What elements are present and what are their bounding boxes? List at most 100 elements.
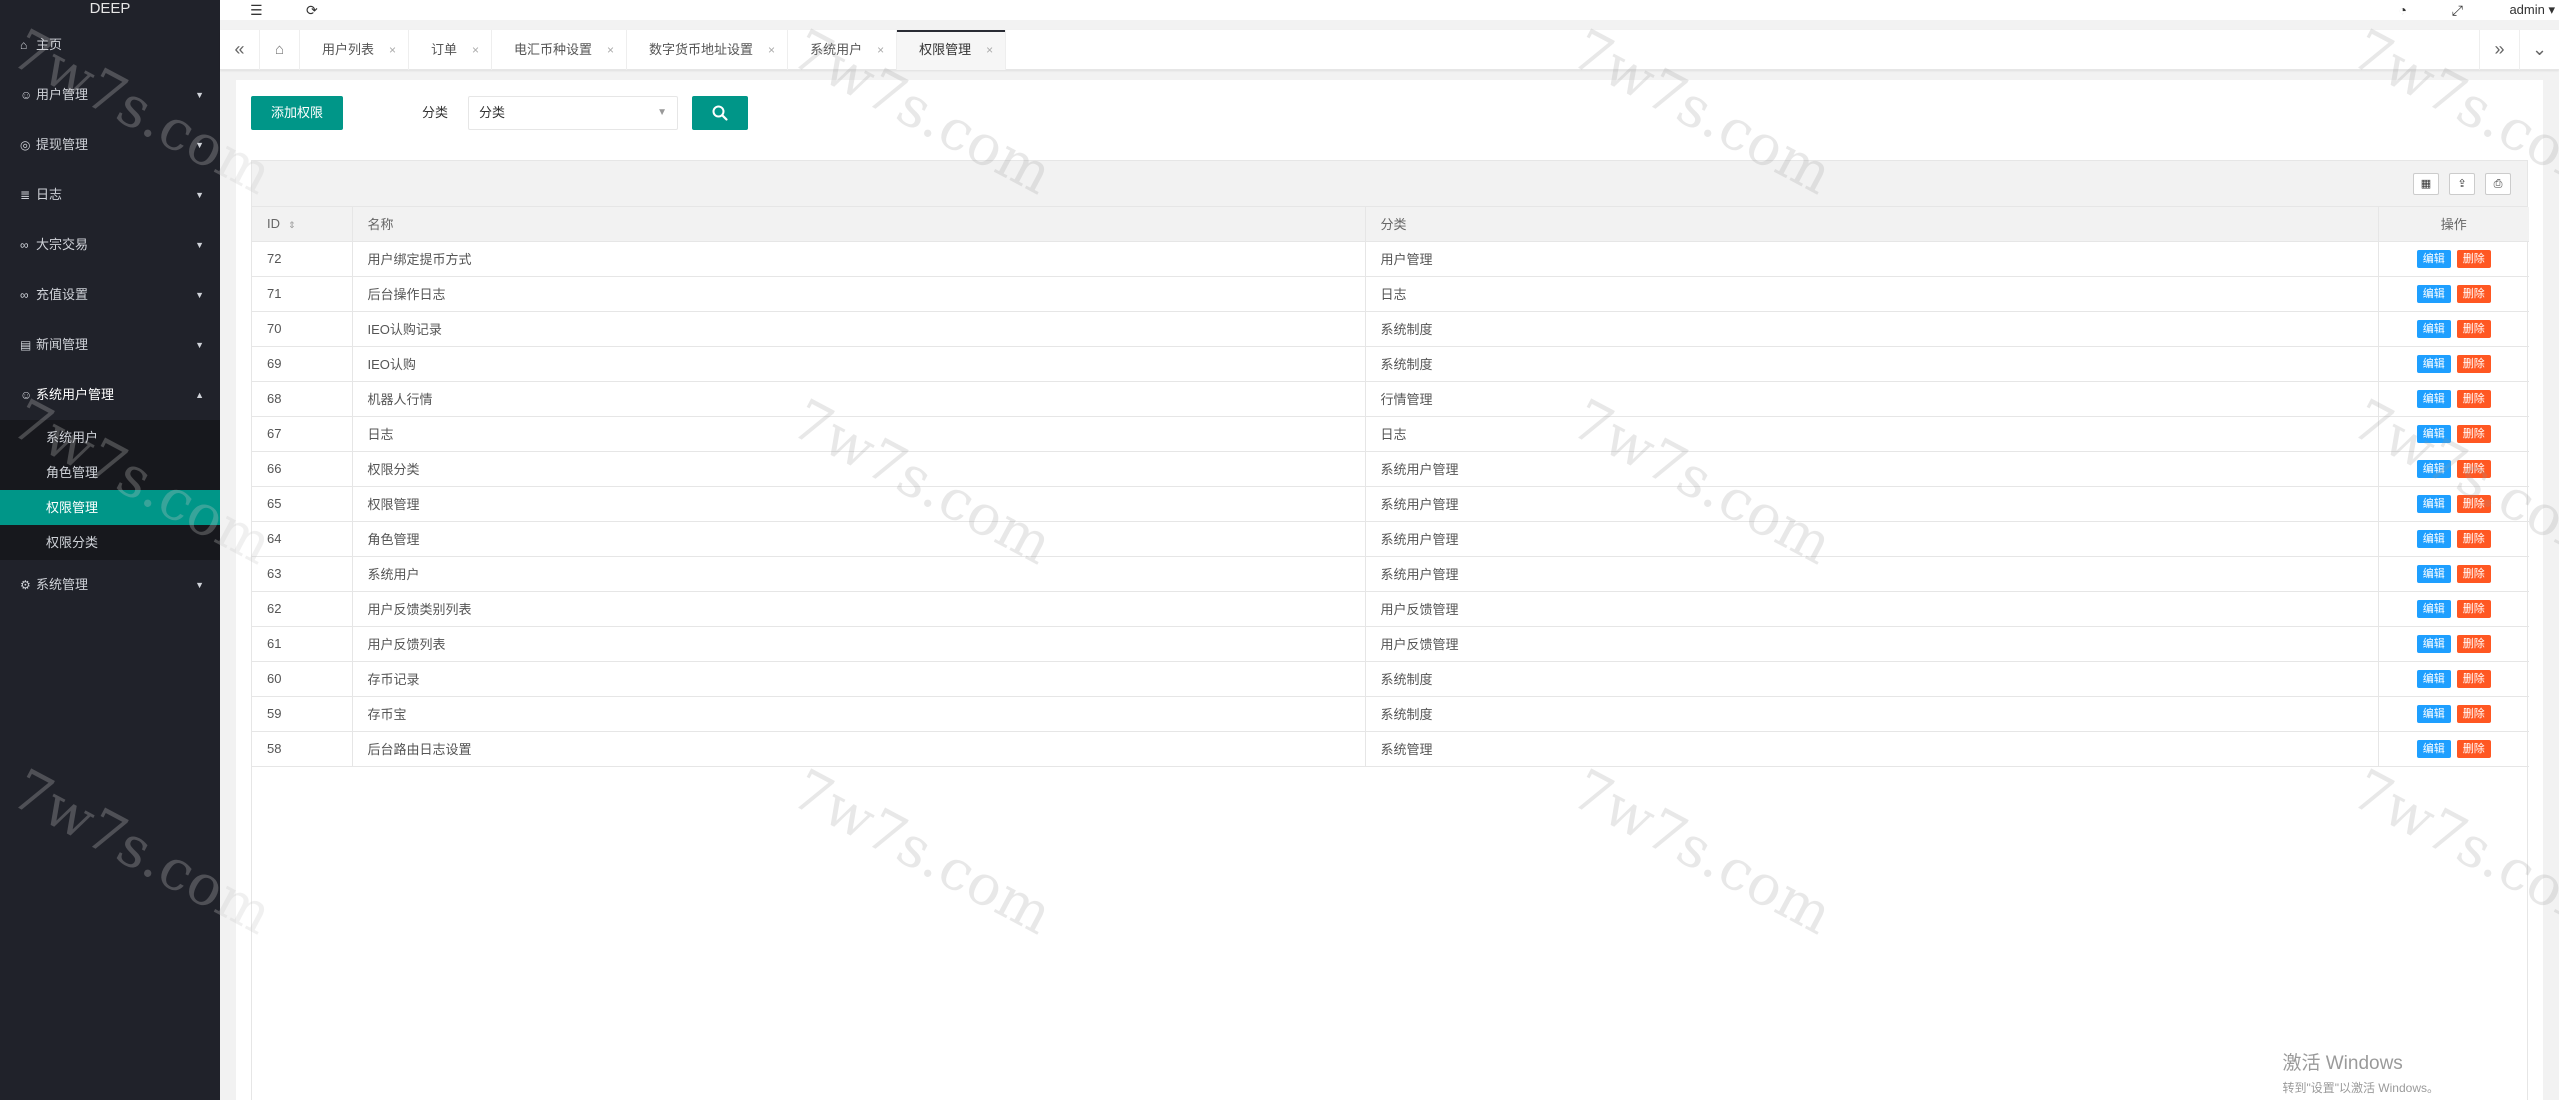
delete-button[interactable]: 删除 — [2456, 424, 2491, 443]
edit-button[interactable]: 编辑 — [2416, 319, 2451, 338]
edit-button[interactable]: 编辑 — [2416, 669, 2451, 688]
menu-toggle-icon[interactable]: ☰ — [250, 0, 263, 20]
tab-wire-currency-settings[interactable]: 电汇币种设置 × — [492, 30, 628, 70]
edit-button[interactable]: 编辑 — [2416, 389, 2451, 408]
column-header-id[interactable]: ID ⇕ — [252, 207, 352, 242]
edit-button[interactable]: 编辑 — [2416, 739, 2451, 758]
admin-menu[interactable]: admin ▾ — [2509, 0, 2555, 20]
sidebar-item-system-management[interactable]: ⚙ 系统管理 ▼ — [0, 560, 220, 610]
close-icon[interactable]: × — [877, 30, 884, 70]
delete-button[interactable]: 删除 — [2456, 284, 2491, 303]
delete-button[interactable]: 删除 — [2456, 319, 2491, 338]
cell-id: 62 — [252, 591, 352, 627]
table-row: 58 后台路由日志设置 系统管理 编辑 删除 — [252, 731, 2529, 767]
edit-button[interactable]: 编辑 — [2416, 494, 2451, 513]
columns-filter-icon[interactable]: ▦ — [2413, 173, 2439, 195]
sidebar-subitem-role-management[interactable]: 角色管理 — [0, 455, 220, 490]
tabs-scroll-left-icon[interactable]: « — [220, 30, 260, 70]
sidebar-item-label: 提现管理 — [36, 137, 89, 152]
sidebar-item-recharge-settings[interactable]: ∞ 充值设置 ▼ — [0, 270, 220, 320]
tab-home-icon[interactable]: ⌂ — [260, 30, 300, 70]
sidebar-subitem-permission-category[interactable]: 权限分类 — [0, 525, 220, 560]
edit-button[interactable]: 编辑 — [2416, 599, 2451, 618]
close-icon[interactable]: × — [768, 30, 775, 70]
sidebar-item-log[interactable]: ≣ 日志 ▼ — [0, 170, 220, 220]
table-row: 72 用户绑定提币方式 用户管理 编辑 删除 — [252, 241, 2529, 277]
sidebar-item-label: 日志 — [36, 187, 63, 202]
close-icon[interactable]: × — [986, 30, 993, 70]
table-row: 60 存币记录 系统制度 编辑 删除 — [252, 661, 2529, 697]
sidebar-item-user-management[interactable]: ☺ 用户管理 ▼ — [0, 70, 220, 120]
sidebar-item-label: 用户管理 — [36, 87, 89, 102]
edit-button[interactable]: 编辑 — [2416, 634, 2451, 653]
edit-button[interactable]: 编辑 — [2416, 354, 2451, 373]
delete-button[interactable]: 删除 — [2456, 704, 2491, 723]
edit-button[interactable]: 编辑 — [2416, 529, 2451, 548]
cell-name: 用户反馈列表 — [351, 626, 1365, 662]
cell-name: 用户反馈类别列表 — [351, 591, 1365, 627]
delete-button[interactable]: 删除 — [2456, 529, 2491, 548]
edit-button[interactable]: 编辑 — [2416, 564, 2451, 583]
edit-button[interactable]: 编辑 — [2416, 704, 2451, 723]
delete-button[interactable]: 删除 — [2456, 564, 2491, 583]
cell-id: 70 — [252, 311, 352, 347]
cell-category: 系统制度 — [1364, 346, 2378, 382]
edit-button[interactable]: 编辑 — [2416, 249, 2451, 268]
tab-orders[interactable]: 订单 × — [409, 30, 493, 70]
delete-button[interactable]: 删除 — [2456, 354, 2491, 373]
cell-id: 64 — [252, 521, 352, 557]
cell-actions: 编辑 删除 — [2377, 311, 2529, 347]
cell-category: 系统制度 — [1364, 311, 2378, 347]
cell-name: 后台路由日志设置 — [351, 731, 1365, 767]
delete-button[interactable]: 删除 — [2456, 599, 2491, 618]
close-icon[interactable]: × — [389, 30, 396, 70]
tab-permission-management[interactable]: 权限管理 × — [897, 30, 1007, 70]
cell-actions: 编辑 删除 — [2377, 696, 2529, 732]
close-icon[interactable]: × — [607, 30, 614, 70]
sidebar-item-home[interactable]: ⌂ 主页 — [0, 20, 220, 70]
cell-actions: 编辑 删除 — [2377, 486, 2529, 522]
cell-id: 68 — [252, 381, 352, 417]
edit-button[interactable]: 编辑 — [2416, 459, 2451, 478]
export-icon[interactable]: ⇪ — [2449, 173, 2475, 195]
cell-actions: 编辑 删除 — [2377, 381, 2529, 417]
cell-category: 系统用户管理 — [1364, 451, 2378, 487]
refresh-icon[interactable]: ⟳ — [306, 0, 318, 20]
theme-icon[interactable]: ◔ — [2399, 0, 2407, 20]
sidebar-item-news-management[interactable]: ▤ 新闻管理 ▼ — [0, 320, 220, 370]
tab-system-users[interactable]: 系统用户 × — [788, 30, 898, 70]
tabs-dropdown-icon[interactable]: ⌄ — [2519, 30, 2559, 70]
fullscreen-icon[interactable]: ⤢ — [2452, 0, 2463, 20]
delete-button[interactable]: 删除 — [2456, 459, 2491, 478]
sidebar-subitem-permission-management[interactable]: 权限管理 — [0, 490, 220, 525]
sort-icon[interactable]: ⇕ — [288, 220, 296, 230]
delete-button[interactable]: 删除 — [2456, 494, 2491, 513]
sidebar-item-system-user-management[interactable]: ☺ 系统用户管理 ▲ — [0, 370, 220, 420]
delete-button[interactable]: 删除 — [2456, 739, 2491, 758]
tab-label: 系统用户 — [810, 42, 863, 57]
chevron-down-icon: ▼ — [195, 90, 204, 100]
cell-actions: 编辑 删除 — [2377, 521, 2529, 557]
sidebar-item-bulk-trade[interactable]: ∞ 大宗交易 ▼ — [0, 220, 220, 270]
cell-actions: 编辑 删除 — [2377, 451, 2529, 487]
delete-button[interactable]: 删除 — [2456, 634, 2491, 653]
tab-crypto-address-settings[interactable]: 数字货币地址设置 × — [627, 30, 789, 70]
delete-button[interactable]: 删除 — [2456, 389, 2491, 408]
cell-name: 角色管理 — [351, 521, 1365, 557]
category-select[interactable]: 分类 ▼ — [468, 96, 678, 130]
sidebar-subitem-system-users[interactable]: 系统用户 — [0, 420, 220, 455]
print-icon[interactable]: ⎙ — [2485, 173, 2511, 195]
edit-button[interactable]: 编辑 — [2416, 424, 2451, 443]
add-permission-button[interactable]: 添加权限 — [251, 96, 343, 130]
delete-button[interactable]: 删除 — [2456, 249, 2491, 268]
tab-user-list[interactable]: 用户列表 × — [300, 30, 410, 70]
delete-button[interactable]: 删除 — [2456, 669, 2491, 688]
tabs-scroll-right-icon[interactable]: » — [2479, 30, 2519, 70]
edit-button[interactable]: 编辑 — [2416, 284, 2451, 303]
sidebar-item-withdraw-management[interactable]: ◎ 提现管理 ▼ — [0, 120, 220, 170]
search-button[interactable] — [692, 96, 748, 130]
cell-id: 66 — [252, 451, 352, 487]
chevron-up-icon: ▲ — [195, 390, 204, 400]
table-row: 64 角色管理 系统用户管理 编辑 删除 — [252, 521, 2529, 557]
close-icon[interactable]: × — [472, 30, 479, 70]
